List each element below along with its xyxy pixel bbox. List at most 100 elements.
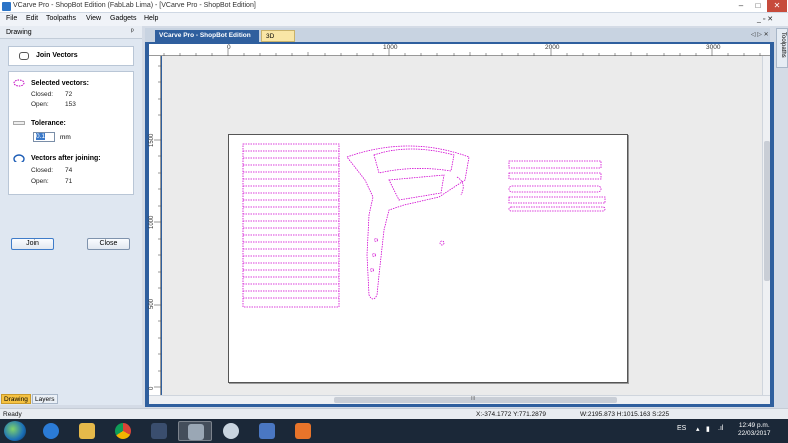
menu-toolpaths[interactable]: Toolpaths <box>46 15 76 22</box>
drawing-canvas[interactable] <box>162 56 762 395</box>
ruler-label-1500: 1500 <box>149 133 155 147</box>
status-coords: X:-374.1772 Y:771.2879 <box>476 411 546 418</box>
vector-grid-block[interactable] <box>242 143 340 308</box>
after-closed-value: 74 <box>65 167 73 174</box>
vector-bars[interactable] <box>508 160 606 212</box>
selected-closed-value: 72 <box>65 91 73 98</box>
tab-3d-view[interactable]: 3D View <box>261 30 295 51</box>
after-joining-label: Vectors after joining: <box>31 155 101 162</box>
taskbar-app6[interactable] <box>214 421 248 441</box>
title-bar: VCarve Pro - ShopBot Edition (FabLab Lim… <box>0 0 788 13</box>
tolerance-icon <box>13 121 25 125</box>
mdi-controls[interactable]: _ ▫ ✕ <box>757 15 773 23</box>
tab-drawing[interactable]: Drawing <box>1 394 31 404</box>
horizontal-scroll-thumb[interactable] <box>334 397 617 403</box>
taskbar-chrome[interactable] <box>106 421 140 441</box>
tray-up-arrow-icon[interactable]: ▴ <box>696 425 700 433</box>
selected-vectors-label: Selected vectors: <box>31 80 89 87</box>
drawing-panel-header: Drawing ᵖ <box>0 26 142 39</box>
taskbar-pw3d[interactable] <box>142 421 176 441</box>
close-button[interactable]: Close <box>87 238 130 250</box>
tab-layers[interactable]: Layers <box>32 394 58 404</box>
tool-title-label: Join Vectors <box>36 52 78 59</box>
pw3d-icon <box>151 423 167 439</box>
pin-icon[interactable]: ᵖ <box>131 28 134 35</box>
tray-signal-icon[interactable]: .ıl <box>718 425 723 432</box>
tolerance-label: Tolerance: <box>31 120 66 127</box>
ruler-label-v1000: 1000 <box>149 215 155 229</box>
after-open-value: 71 <box>65 178 73 185</box>
toolpaths-tab-label: Toolpaths <box>780 32 786 58</box>
menu-view[interactable]: View <box>86 15 101 22</box>
vertical-scroll-thumb[interactable] <box>764 141 770 281</box>
tolerance-input[interactable]: 0.1 <box>33 132 55 142</box>
ruler-label-0: 0 <box>227 44 231 51</box>
menu-help[interactable]: Help <box>144 15 158 22</box>
selected-open-label: Open: <box>31 101 49 108</box>
ruler-label-v0: 0 <box>149 386 155 390</box>
folder-icon <box>79 423 95 439</box>
clock-time: 12:49 p.m. <box>738 422 770 429</box>
taskbar-ie[interactable] <box>34 421 68 441</box>
language-indicator[interactable]: ES <box>677 425 686 432</box>
tray-network-icon[interactable]: ▮ <box>706 425 710 433</box>
joined-vectors-icon <box>13 154 25 162</box>
drawing-panel: Join Vectors Selected vectors: Closed: 7… <box>0 39 142 391</box>
status-ready: Ready <box>3 411 22 418</box>
panel-title: Drawing <box>6 29 32 36</box>
selected-vectors-icon <box>13 79 25 87</box>
after-closed-label: Closed: <box>31 167 54 174</box>
ruler-horizontal: 0 1000 2000 3000 <box>149 44 770 56</box>
vertical-scrollbar[interactable] <box>762 56 770 395</box>
ruler-vertical: 1500 1000 500 0 <box>149 56 161 395</box>
maximize-button[interactable]: □ <box>750 0 766 12</box>
menu-bar: File Edit Toolpaths View Gadgets Help _ … <box>0 13 788 26</box>
taskbar-media[interactable] <box>286 421 320 441</box>
status-bar: Ready X:-374.1772 Y:771.2879 W:2195.873 … <box>0 408 788 419</box>
tab-2d-view[interactable]: VCarve Pro - ShopBot Edition <box>155 30 259 42</box>
ruler-label-3000: 3000 <box>706 44 721 51</box>
tolerance-value: 0.1 <box>36 133 46 140</box>
tool-icon <box>223 423 239 439</box>
taskbar: ES ▴ ▮ .ıl 12:49 p.m. 22/03/2017 <box>0 419 788 443</box>
app-icon <box>2 2 11 11</box>
window-title: VCarve Pro - ShopBot Edition (FabLab Lim… <box>13 2 256 9</box>
ruler-label-1000: 1000 <box>383 44 398 51</box>
ruler-label-500: 500 <box>149 298 155 309</box>
join-vectors-icon <box>19 52 29 60</box>
horizontal-scrollbar[interactable]: III <box>149 395 770 404</box>
vcarve-icon <box>188 424 204 440</box>
media-player-icon <box>295 423 311 439</box>
vector-curved-part[interactable] <box>346 145 470 300</box>
clock-date: 22/03/2017 <box>738 430 771 437</box>
after-open-label: Open: <box>31 178 49 185</box>
settings-icon <box>259 423 275 439</box>
vector-drawing[interactable] <box>229 135 629 384</box>
menu-gadgets[interactable]: Gadgets <box>110 15 136 22</box>
join-info-box: Selected vectors: Closed: 72 Open: 153 T… <box>8 71 134 195</box>
system-clock[interactable]: 12:49 p.m. 22/03/2017 <box>738 422 771 438</box>
tool-title: Join Vectors <box>8 46 134 66</box>
ruler-ticks-horizontal <box>163 49 761 56</box>
tab-nav-controls[interactable]: ◁ ▷ ✕ <box>751 31 769 38</box>
close-window-button[interactable]: ✕ <box>767 0 787 12</box>
scroll-grip: III <box>471 396 476 402</box>
panel-tabs: Drawing Layers <box>0 391 142 405</box>
toolpaths-panel-tab[interactable]: Toolpaths <box>776 28 788 68</box>
status-size: W:2195.873 H:1015.163 S:225 <box>580 411 670 418</box>
minimize-button[interactable]: – <box>733 0 749 12</box>
taskbar-vcarve[interactable] <box>178 421 212 441</box>
taskbar-app7[interactable] <box>250 421 284 441</box>
start-button[interactable] <box>4 421 26 441</box>
ruler-label-2000: 2000 <box>545 44 560 51</box>
taskbar-explorer[interactable] <box>70 421 104 441</box>
menu-file[interactable]: File <box>6 15 17 22</box>
chrome-icon <box>115 423 131 439</box>
ie-icon <box>43 423 59 439</box>
selected-closed-label: Closed: <box>31 91 54 98</box>
document-tabs: VCarve Pro - ShopBot Edition 3D View ◁ ▷… <box>145 28 770 51</box>
menu-edit[interactable]: Edit <box>26 15 38 22</box>
material-sheet[interactable] <box>228 134 628 383</box>
selected-open-value: 153 <box>65 101 76 108</box>
join-button[interactable]: Join <box>11 238 54 250</box>
